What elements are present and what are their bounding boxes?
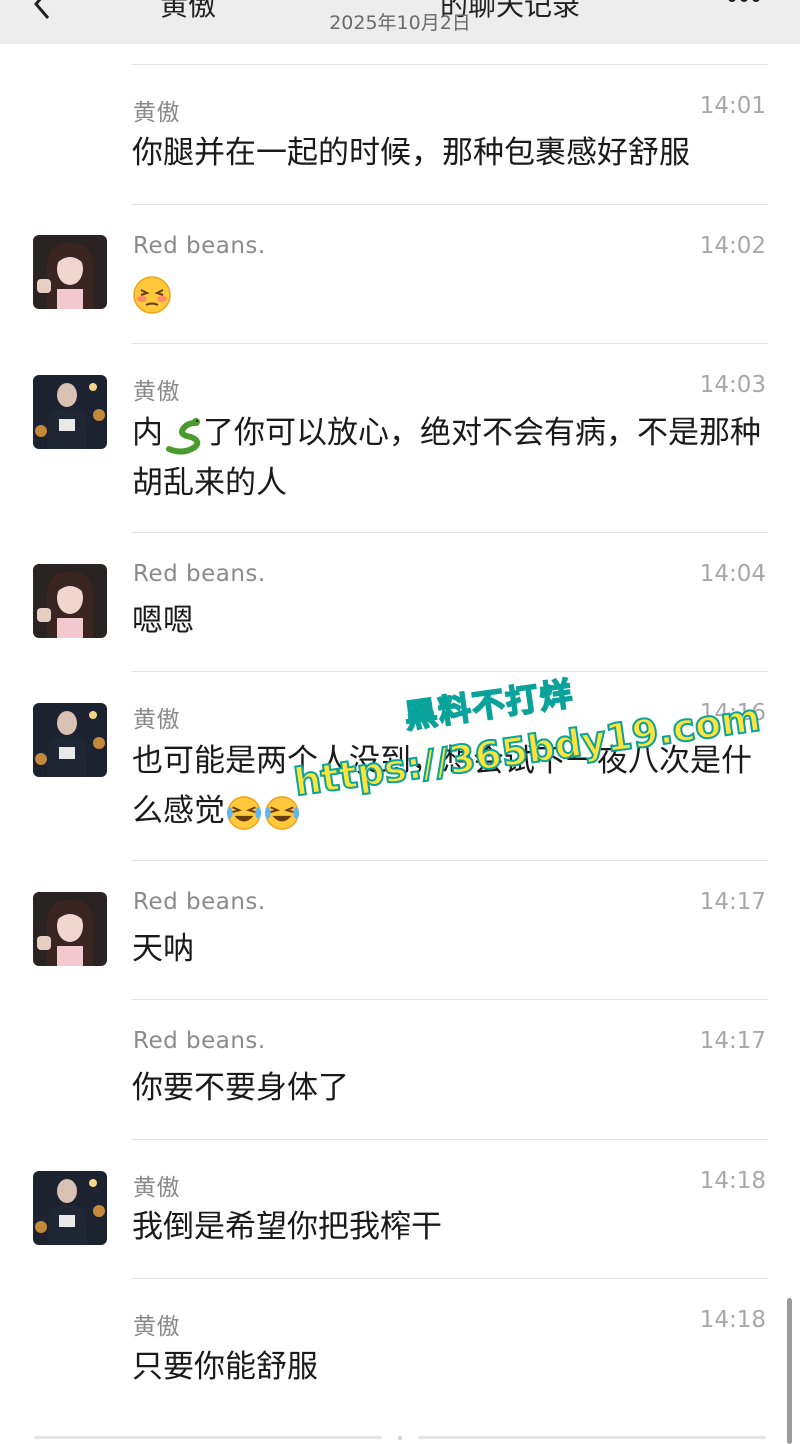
avatar[interactable] bbox=[33, 375, 107, 449]
message-time: 14:04 bbox=[699, 561, 766, 587]
message-sender: Red beans. bbox=[133, 561, 266, 587]
message-text-part: 了你可以放心，绝对不会有病，不是那种胡乱来的人 bbox=[132, 415, 761, 501]
female-avatar-icon bbox=[33, 564, 107, 638]
male-avatar-icon bbox=[33, 1171, 107, 1245]
message-time: 14:03 bbox=[699, 372, 766, 398]
chat-history-header: 黄傲 的聊天记录 2025年10月2日 bbox=[0, 0, 800, 44]
message-text: 只要你能舒服 bbox=[132, 1349, 318, 1385]
message-sender: 黄傲 bbox=[133, 1175, 180, 1201]
message-text: 我倒是希望你把我榨干 bbox=[132, 1209, 442, 1245]
message-separator bbox=[132, 204, 768, 205]
scrollbar[interactable] bbox=[787, 1298, 792, 1444]
message-time: 14:17 bbox=[699, 889, 766, 915]
message-text: 你腿并在一起的时候，那种包裹感好舒服 bbox=[132, 135, 690, 171]
message-separator bbox=[132, 1139, 768, 1140]
laughing-crying-face-icon bbox=[226, 795, 262, 830]
message-separator bbox=[132, 64, 768, 65]
male-avatar-icon bbox=[33, 703, 107, 777]
message-sender: 黄傲 bbox=[133, 100, 180, 126]
message-time: 14:18 bbox=[699, 1307, 766, 1333]
message-separator bbox=[132, 532, 768, 533]
female-avatar-icon bbox=[33, 892, 107, 966]
message-text: 天呐 bbox=[132, 931, 194, 967]
blushing-face-icon bbox=[133, 275, 171, 314]
message-separator bbox=[132, 671, 768, 672]
message-time: 14:02 bbox=[699, 233, 766, 259]
avatar[interactable] bbox=[33, 703, 107, 777]
message-sender: 黄傲 bbox=[133, 1314, 180, 1340]
message-sender: Red beans. bbox=[133, 889, 266, 915]
avatar[interactable] bbox=[33, 1171, 107, 1245]
message-sender: 黄傲 bbox=[133, 707, 180, 733]
message-separator bbox=[132, 860, 768, 861]
female-avatar-icon bbox=[33, 235, 107, 309]
male-avatar-icon bbox=[33, 375, 107, 449]
message-text: 内 了你可以放心，绝对不会有病，不是那种胡乱来的人 bbox=[132, 408, 772, 508]
message-separator bbox=[132, 343, 768, 344]
message-sender: Red beans. bbox=[133, 233, 266, 259]
message-text bbox=[132, 268, 772, 318]
message-separator bbox=[132, 999, 768, 1000]
more-options-icon[interactable] bbox=[724, 0, 764, 8]
message-text: 你要不要身体了 bbox=[132, 1070, 349, 1106]
laughing-crying-face-icon bbox=[264, 795, 300, 830]
message-sender: 黄傲 bbox=[133, 379, 180, 405]
snake-icon bbox=[166, 417, 201, 455]
avatar[interactable] bbox=[33, 892, 107, 966]
message-time: 14:01 bbox=[699, 93, 766, 119]
message-text: 嗯嗯 bbox=[132, 603, 194, 639]
message-separator bbox=[132, 1278, 768, 1279]
bottom-indicator-bar bbox=[34, 1436, 766, 1440]
message-text-part: 内 bbox=[132, 415, 163, 451]
avatar[interactable] bbox=[33, 235, 107, 309]
message-sender: Red beans. bbox=[133, 1028, 266, 1054]
header-date: 2025年10月2日 bbox=[329, 12, 471, 34]
message-time: 14:17 bbox=[699, 1028, 766, 1054]
message-time: 14:18 bbox=[699, 1168, 766, 1194]
avatar[interactable] bbox=[33, 564, 107, 638]
